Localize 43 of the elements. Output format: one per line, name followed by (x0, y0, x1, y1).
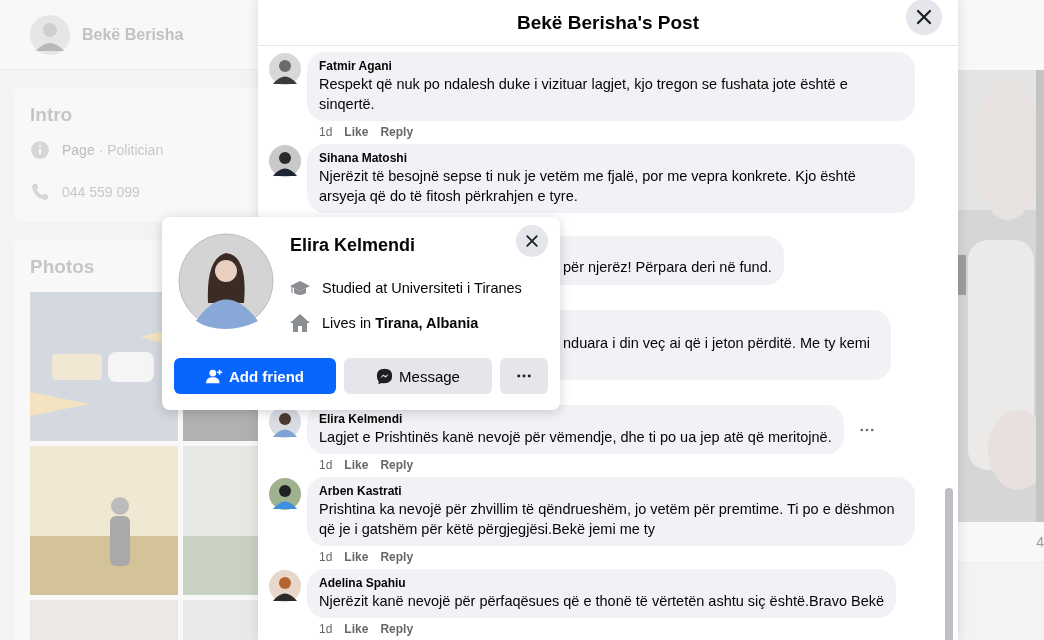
messenger-icon (376, 367, 394, 385)
comment-text: Prishtina ka nevojë për zhvillim të qëndrueshëm, jo vetëm për premtime. Ti po e dëshmon që je i gatshëm për këtë përgjegjësi.Bekë jemi me ty (319, 500, 896, 539)
dialog-title: Bekë Berisha's Post (517, 11, 699, 34)
comment-author[interactable]: Elira Kelmendi (319, 412, 832, 427)
more-icon (859, 427, 874, 432)
comment-author[interactable]: Arben Kastrati (319, 484, 903, 499)
comment-action[interactable]: Like (344, 125, 369, 139)
comment-action[interactable]: Reply (380, 125, 414, 139)
comment-author[interactable]: Fatmir Agani (319, 59, 903, 74)
comment-time[interactable]: 1d (319, 622, 333, 636)
comment-action[interactable]: Like (344, 622, 369, 636)
close-icon (524, 233, 540, 249)
close-button[interactable] (906, 0, 942, 35)
message-button[interactable]: Message (344, 358, 492, 394)
scrollbar[interactable] (945, 488, 953, 640)
reaction-count: 4 (1036, 534, 1044, 550)
close-button[interactable] (516, 225, 548, 257)
comment-action[interactable]: Reply (380, 550, 414, 564)
comment-text: Njerëzit kanë nevojë për përfaqësues që e thonë të vërtetën ashtu siç është.Bravo Bekë (319, 592, 885, 611)
house-icon (290, 313, 310, 333)
more-icon (517, 374, 531, 378)
phone-icon (30, 182, 50, 202)
comment-time[interactable]: 1d (319, 125, 333, 139)
comment-text: Respekt që nuk po ndalesh duke i vizituar lagjet, kjo tregon se fushata jote është e sinqertë. (319, 75, 849, 114)
comment-text: për njerëz! Përpara deri në fund. (563, 258, 772, 277)
add-person-icon (206, 367, 223, 385)
comment-time[interactable]: 1d (319, 550, 333, 564)
comment-action[interactable]: Like (344, 458, 369, 472)
comment-text: nduara i din veç ai që i jeton përditë. Me ty kemi (563, 334, 872, 353)
info-icon (30, 140, 50, 160)
comment-action[interactable]: Like (344, 550, 369, 564)
profile-detail: Lives in Tirana, Albania (322, 315, 479, 331)
graduation-cap-icon (290, 278, 310, 298)
comment-text: Njerëzit të besojnë sepse ti nuk je vetëm me fjalë, por me vepra konkrete. Kjo është arsyeja që do të fitosh përkrahjen e tyre. (319, 167, 857, 206)
add-friend-button[interactable]: Add friend (174, 358, 336, 394)
profile-detail: Studied at Universiteti i Tiranes (322, 280, 522, 296)
comment-author[interactable]: Adelina Spahiu (319, 576, 885, 591)
comment-text: Lagjet e Prishtinës kanë nevojë për vëmendje, dhe ti po ua jep atë që meritojnë. (319, 428, 832, 447)
comment-author[interactable]: Sihana Matoshi (319, 151, 903, 166)
comment-action[interactable]: Reply (380, 622, 414, 636)
close-icon (914, 7, 934, 27)
comment-time[interactable]: 1d (319, 458, 333, 472)
comment-action[interactable]: Reply (380, 458, 414, 472)
